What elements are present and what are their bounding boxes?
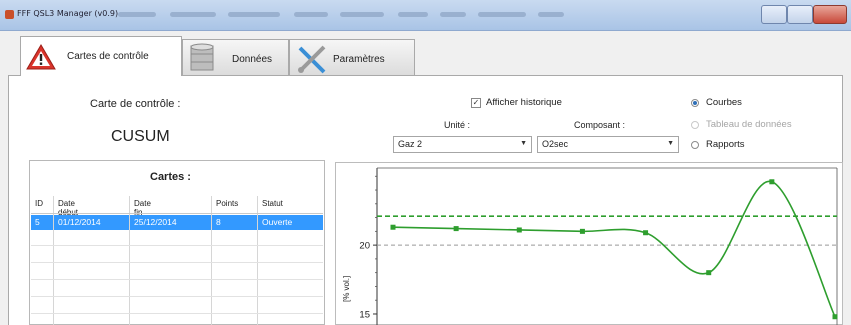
titlebar-decoration — [228, 12, 280, 17]
column-header-id[interactable]: ID — [35, 199, 43, 208]
grid-line — [211, 196, 212, 325]
window-title: FFF QSL3 Manager (v0.9) — [17, 9, 119, 18]
tab-donnees[interactable]: Données — [182, 39, 289, 75]
tab-label: Données — [232, 54, 273, 65]
grid-line — [31, 262, 323, 263]
y-tick-label: 20 — [359, 241, 370, 252]
show-history-label: Afficher historique — [486, 97, 562, 108]
titlebar-decoration — [440, 12, 466, 17]
component-select[interactable]: O2sec ▼ — [537, 136, 679, 153]
chevron-down-icon: ▼ — [520, 140, 527, 147]
titlebar-decoration — [398, 12, 428, 17]
cartes-title: Cartes : — [150, 171, 191, 183]
grid-line — [257, 196, 258, 325]
titlebar-decoration — [294, 12, 328, 17]
data-point — [516, 227, 522, 233]
tab-label: Cartes de contrôle — [67, 51, 149, 62]
minimize-button[interactable] — [761, 5, 787, 24]
maximize-button[interactable] — [787, 5, 813, 24]
tab-cartes-de-controle[interactable]: Cartes de contrôle — [20, 36, 182, 76]
component-label: Composant : — [574, 120, 626, 130]
chevron-down-icon: ▼ — [667, 140, 674, 147]
chart-type-label: Carte de contrôle : — [90, 98, 181, 110]
grid-line — [53, 196, 54, 325]
tab-label: Paramètres — [333, 54, 385, 65]
component-select-value: O2sec — [542, 139, 569, 149]
data-point — [453, 226, 459, 232]
y-axis-label: [% vol.] — [342, 276, 351, 302]
unit-label: Unité : — [444, 120, 471, 130]
titlebar-decoration — [340, 12, 384, 17]
table-cell-date-debut: 01/12/2014 — [58, 217, 101, 227]
data-point — [832, 314, 838, 320]
cartes-group — [29, 160, 325, 325]
series-line — [392, 180, 836, 318]
data-point — [643, 230, 649, 236]
titlebar-decoration — [538, 12, 564, 17]
database-icon — [190, 43, 214, 71]
unit-select[interactable]: Gaz 2 ▼ — [393, 136, 532, 153]
radio-courbes[interactable] — [691, 99, 699, 107]
grid-line — [31, 313, 323, 314]
grid-line — [129, 196, 130, 325]
grid-line — [31, 245, 323, 246]
app-icon — [5, 10, 14, 19]
show-history-checkbox[interactable]: ✓ — [471, 98, 481, 108]
cusum-chart: 15 20 [% vol.] — [342, 167, 838, 325]
close-button[interactable] — [813, 5, 847, 24]
table-cell-points: 8 — [216, 217, 221, 227]
titlebar-decoration — [478, 12, 526, 17]
data-point — [579, 228, 585, 234]
radio-tableau-label: Tableau de données — [706, 119, 792, 130]
table-cell-id: 5 — [35, 217, 40, 227]
titlebar-decoration — [118, 12, 156, 17]
column-header-statut[interactable]: Statut — [262, 199, 283, 208]
window-titlebar: FFF QSL3 Manager (v0.9) — [0, 0, 851, 31]
data-point — [390, 224, 396, 230]
table-cell-date-fin: 25/12/2014 — [134, 217, 177, 227]
radio-rapports-label: Rapports — [706, 139, 745, 150]
tab-parametres[interactable]: Paramètres — [289, 39, 415, 75]
unit-select-value: Gaz 2 — [398, 139, 423, 149]
titlebar-decoration — [170, 12, 216, 17]
column-header-points[interactable]: Points — [216, 199, 238, 208]
chart-type-value: CUSUM — [111, 128, 170, 145]
grid-line — [31, 279, 323, 280]
data-point — [706, 270, 712, 276]
radio-tableau-de-donnees[interactable] — [691, 121, 699, 129]
grid-line — [31, 213, 323, 214]
data-point — [769, 179, 775, 185]
grid-line — [31, 296, 323, 297]
radio-rapports[interactable] — [691, 141, 699, 149]
warning-icon — [26, 44, 56, 70]
tools-icon — [298, 45, 326, 74]
table-cell-statut: Ouverte — [262, 217, 293, 227]
y-tick-label: 15 — [359, 309, 370, 320]
radio-courbes-label: Courbes — [706, 97, 742, 108]
